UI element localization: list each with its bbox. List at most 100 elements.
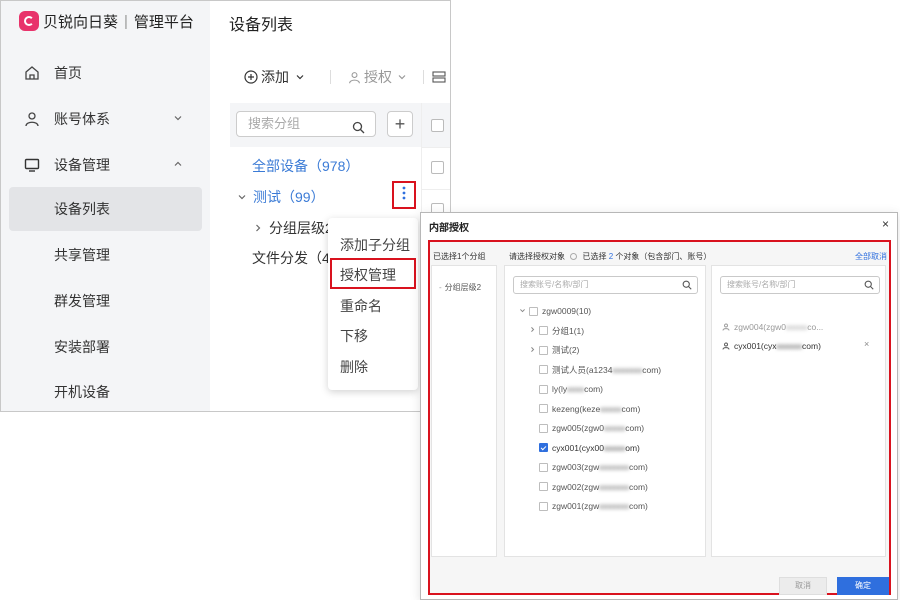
group-file-distribution[interactable]: 文件分发（4 xyxy=(252,248,330,268)
checkbox[interactable] xyxy=(539,462,548,472)
selected-item-label: cyx001(cyx xyxy=(734,341,777,351)
page-title: 设备列表 xyxy=(229,17,294,34)
group-list-item[interactable]: - 分组层级2 xyxy=(439,282,481,293)
checkbox[interactable] xyxy=(539,404,548,413)
sidebar-item-label: 共享管理 xyxy=(54,247,110,263)
tree-row-label: 测试(2) xyxy=(552,345,580,355)
toolbar-divider xyxy=(330,70,331,84)
checkbox[interactable] xyxy=(539,365,548,374)
brand[interactable]: 贝锐向日葵 | 管理平台 xyxy=(19,9,194,33)
context-menu: 添加子分组 授权管理 重命名 下移 删除 xyxy=(328,218,418,390)
user-icon xyxy=(23,110,41,128)
selected-item[interactable]: cyx001(cyx xxxxxx com) xyxy=(722,339,821,353)
tree-row-tail: com) xyxy=(629,501,648,511)
checkbox[interactable] xyxy=(539,326,548,335)
server-icon xyxy=(432,70,446,84)
sidebar-item-home[interactable]: 首页 xyxy=(1,51,210,95)
redacted-text: xxxxx xyxy=(785,322,808,332)
redacted-text: xxxxx xyxy=(603,423,626,433)
info-icon xyxy=(570,253,578,261)
tree-row[interactable]: 分组1(1) xyxy=(529,324,584,338)
checkbox[interactable] xyxy=(539,482,548,491)
tree-row-label: kezeng(keze xyxy=(552,403,601,414)
sidebar-item-install-deploy[interactable]: 安装部署 xyxy=(1,325,210,369)
checkbox[interactable] xyxy=(539,501,548,511)
row-checkbox[interactable] xyxy=(431,161,444,174)
menu-item-add-subgroup[interactable]: 添加子分组 xyxy=(340,235,410,255)
sidebar-item-boot-devices[interactable]: 开机设备 xyxy=(1,370,210,411)
tree-row[interactable]: zgw001(zgw xxxxxxx com) xyxy=(529,499,648,513)
select-all-checkbox[interactable] xyxy=(431,119,444,132)
selected-search-input[interactable]: 搜索账号/名称/部门 xyxy=(720,276,880,294)
remove-icon[interactable]: × xyxy=(864,339,869,349)
app-window: 贝锐向日葵 | 管理平台 首页 账号体系 设备管理 设备列表 共享管理 群发管理… xyxy=(0,0,451,412)
chevron-up-icon xyxy=(173,159,183,172)
tree-row[interactable]: kezeng(keze xxxxx com) xyxy=(529,402,640,416)
more-toolbar-button[interactable] xyxy=(432,59,446,95)
selected-groups-panel: - 分组层级2 xyxy=(431,265,497,557)
sidebar-item-label: 设备列表 xyxy=(54,201,110,217)
clear-all-link[interactable]: 全部取消 xyxy=(855,251,887,262)
chevron-down-icon[interactable] xyxy=(519,307,529,316)
sidebar-item-accounts[interactable]: 账号体系 xyxy=(1,97,210,141)
tree-row[interactable]: 测试(2) xyxy=(529,343,579,357)
selected-count: 2 xyxy=(608,252,614,261)
chevron-right-icon[interactable] xyxy=(529,346,539,355)
sidebar-item-label: 账号体系 xyxy=(54,111,110,127)
sidebar-item-device-management[interactable]: 设备管理 xyxy=(1,143,210,187)
brand-name: 贝锐向日葵 xyxy=(43,13,119,31)
tree-row[interactable]: zgw003(zgw xxxxxxx com) xyxy=(529,460,648,474)
tree-row[interactable]: zgw002(zgw xxxxxxx com) xyxy=(529,480,648,494)
redacted-text: xxxx xyxy=(567,384,585,394)
search-placeholder: 搜索账号/名称/部门 xyxy=(727,280,796,289)
chevron-right-icon[interactable] xyxy=(529,326,539,335)
tree-row-tail: com) xyxy=(629,462,648,472)
sidebar-item-share-management[interactable]: 共享管理 xyxy=(1,233,210,277)
group-more-button[interactable] xyxy=(392,181,416,209)
redacted-text: xxxxx xyxy=(603,442,626,453)
menu-item-rename[interactable]: 重命名 xyxy=(340,296,382,316)
tree-row-label: zgw003(zgw xyxy=(552,462,600,472)
sidebar-item-device-list[interactable]: 设备列表 xyxy=(9,187,202,231)
account-search-input[interactable]: 搜索账号/名称/部门 xyxy=(513,276,698,294)
sidebar-item-broadcast-management[interactable]: 群发管理 xyxy=(1,279,210,323)
selected-item[interactable]: zgw004(zgw0 xxxxx co... xyxy=(722,320,823,334)
search-icon xyxy=(352,118,365,142)
tree-row-tail: om) xyxy=(625,442,640,453)
tree-row-label: 测试人员(a1234 xyxy=(552,364,613,375)
menu-item-move-down[interactable]: 下移 xyxy=(340,326,368,346)
sidebar-item-label: 安装部署 xyxy=(54,339,110,355)
chevron-down-icon xyxy=(397,72,407,82)
checkbox-checked[interactable] xyxy=(539,443,548,452)
tree-row[interactable]: ly(ly xxxx com) xyxy=(529,382,603,396)
tree-row[interactable]: zgw005(zgw0 xxxxx com) xyxy=(529,421,644,435)
checkbox[interactable] xyxy=(539,345,548,355)
tree-row-label: zgw001(zgw xyxy=(552,501,600,511)
group-search-bar: 搜索分组 + xyxy=(230,103,450,147)
group-search-input[interactable]: 搜索分组 xyxy=(236,111,376,137)
authorize-button[interactable]: 授权 xyxy=(348,59,407,95)
search-icon xyxy=(864,280,874,296)
add-group-button[interactable]: + xyxy=(387,111,413,137)
group-all-devices[interactable]: 全部设备（978） xyxy=(252,156,359,176)
tree-row-tail: com) xyxy=(625,423,645,433)
group-test[interactable]: 测试（99） xyxy=(237,187,325,207)
cancel-button[interactable]: 取消 xyxy=(779,577,827,595)
tree-row[interactable]: cyx001(cyx00 xxxxx om) xyxy=(529,441,640,455)
group-level2-label: 分组层级2 xyxy=(269,220,333,236)
redacted-text: xxxxxxx xyxy=(599,462,629,472)
checkbox[interactable] xyxy=(539,384,548,394)
sidebar: 贝锐向日葵 | 管理平台 首页 账号体系 设备管理 设备列表 共享管理 群发管理… xyxy=(1,1,210,411)
tree-row[interactable]: 测试人员(a1234 xxxxxxx com) xyxy=(529,363,661,377)
menu-item-delete[interactable]: 删除 xyxy=(340,357,368,377)
user-icon xyxy=(348,71,361,84)
instruction-text: 请选择授权对象 xyxy=(509,252,565,261)
checkbox[interactable] xyxy=(529,306,538,316)
checkbox[interactable] xyxy=(539,423,548,433)
user-icon xyxy=(722,342,730,350)
close-icon[interactable]: × xyxy=(882,217,889,231)
add-button[interactable]: 添加 xyxy=(244,59,305,95)
confirm-button[interactable]: 确定 xyxy=(837,577,889,595)
tree-row[interactable]: zgw0009(10) xyxy=(519,304,591,318)
group-level2[interactable]: 分组层级2 xyxy=(253,218,333,238)
